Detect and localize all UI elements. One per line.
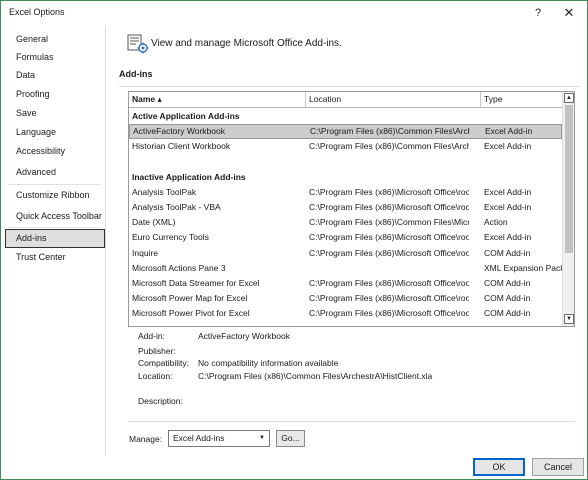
- sidebar-item-language[interactable]: Language: [5, 123, 105, 142]
- compatibility-value: No compatibility information available: [198, 358, 339, 368]
- close-icon[interactable]: ✕: [557, 4, 581, 22]
- row-location: C:\Program Files (x86)\Common Files\Arch: [309, 141, 469, 151]
- table-body: Active Application Add-ins ActiveFactory…: [129, 109, 562, 326]
- row-type: Excel Add-in: [484, 187, 532, 197]
- section-title: Add-ins: [119, 69, 153, 79]
- description-label: Description:: [138, 396, 183, 406]
- ok-button[interactable]: OK: [473, 458, 525, 476]
- sidebar-item-general[interactable]: General: [5, 30, 105, 49]
- row-type: COM Add-in: [484, 293, 531, 303]
- options-sidebar: General Formulas Data Proofing Save Lang…: [5, 26, 106, 456]
- column-header-location[interactable]: Location: [306, 92, 481, 107]
- row-name: Euro Currency Tools: [132, 232, 209, 242]
- sidebar-item-formulas[interactable]: Formulas: [5, 48, 105, 67]
- row-type: Excel Add-in: [485, 126, 533, 136]
- table-row[interactable]: Historian Client Workbook C:\Program Fil…: [129, 139, 562, 154]
- row-location: C:\Program Files (x86)\Microsoft Office\…: [309, 308, 469, 318]
- row-type: Excel Add-in: [484, 232, 532, 242]
- row-type: COM Add-in: [484, 308, 531, 318]
- table-scrollbar[interactable]: ▲ ▼: [562, 92, 574, 326]
- table-row[interactable]: Microsoft Actions Pane 3 XML Expansion P…: [129, 261, 562, 276]
- table-row[interactable]: ActiveFactory Workbook C:\Program Files …: [129, 124, 562, 139]
- addins-table: Name ▴ Location Type Active Application …: [128, 91, 575, 327]
- sidebar-item-advanced[interactable]: Advanced: [5, 163, 105, 182]
- sidebar-item-data[interactable]: Data: [5, 66, 105, 85]
- row-type: Excel Add-in: [484, 141, 532, 151]
- manage-dropdown[interactable]: Excel Add-ins ▼: [168, 430, 270, 447]
- column-header-type[interactable]: Type: [481, 92, 562, 107]
- cancel-button[interactable]: Cancel: [532, 458, 584, 476]
- window-title: Excel Options: [9, 7, 65, 17]
- section-divider: [119, 86, 581, 87]
- help-button[interactable]: ?: [526, 4, 550, 22]
- publisher-label: Publisher:: [138, 346, 176, 356]
- row-type: COM Add-in: [484, 278, 531, 288]
- row-name: ActiveFactory Workbook: [133, 126, 225, 136]
- row-name: Historian Client Workbook: [132, 141, 231, 151]
- row-location: C:\Program Files (x86)\Microsoft Office\…: [309, 187, 469, 197]
- table-header: Name ▴ Location Type: [129, 92, 562, 108]
- title-bar: Excel Options ? ✕: [1, 1, 587, 25]
- row-location: C:\Program Files (x86)\Common Files\Arch: [310, 126, 470, 136]
- row-type: COM Add-in: [484, 248, 531, 258]
- location-value: C:\Program Files (x86)\Common Files\Arch…: [198, 371, 433, 381]
- table-row[interactable]: Microsoft Power Map for Excel C:\Program…: [129, 291, 562, 306]
- row-name: Date (XML): [132, 217, 176, 227]
- row-location: C:\Program Files (x86)\Microsoft Office\…: [309, 232, 469, 242]
- go-button[interactable]: Go...: [276, 430, 305, 447]
- manage-label: Manage:: [129, 434, 163, 444]
- manage-divider: [128, 421, 575, 422]
- sidebar-item-proofing[interactable]: Proofing: [5, 85, 105, 104]
- sidebar-item-accessibility[interactable]: Accessibility: [5, 142, 105, 161]
- row-name: Analysis ToolPak: [132, 187, 197, 197]
- row-type: XML Expansion Pack: [484, 263, 562, 273]
- manage-dropdown-value: Excel Add-ins: [173, 433, 225, 443]
- table-row[interactable]: Analysis ToolPak C:\Program Files (x86)\…: [129, 185, 562, 200]
- row-location: C:\Program Files (x86)\Microsoft Office\…: [309, 293, 469, 303]
- sidebar-item-customize-ribbon[interactable]: Customize Ribbon: [5, 186, 105, 205]
- addins-panel: View and manage Microsoft Office Add-ins…: [107, 26, 585, 476]
- sidebar-item-add-ins[interactable]: Add-ins: [5, 229, 105, 248]
- row-type: Action: [484, 217, 508, 227]
- row-name: Analysis ToolPak - VBA: [132, 202, 221, 212]
- scroll-down-icon[interactable]: ▼: [564, 314, 574, 324]
- row-name: Microsoft Power Pivot for Excel: [132, 308, 250, 318]
- row-location: C:\Program Files (x86)\Common Files\Micr: [309, 217, 469, 227]
- row-name: Microsoft Data Streamer for Excel: [132, 278, 260, 288]
- table-row[interactable]: Microsoft Data Streamer for Excel C:\Pro…: [129, 276, 562, 291]
- sidebar-item-save[interactable]: Save: [5, 104, 105, 123]
- table-row[interactable]: Euro Currency Tools C:\Program Files (x8…: [129, 230, 562, 245]
- row-name: Inactive Application Add-ins: [132, 172, 246, 182]
- table-row[interactable]: Analysis ToolPak - VBA C:\Program Files …: [129, 200, 562, 215]
- scrollbar-thumb[interactable]: [565, 105, 573, 253]
- column-header-name[interactable]: Name ▴: [129, 92, 306, 107]
- sidebar-item-trust-center[interactable]: Trust Center: [5, 248, 105, 267]
- excel-options-dialog: Excel Options ? ✕ General Formulas Data …: [0, 0, 588, 480]
- sidebar-divider: [9, 184, 101, 185]
- row-name: Active Application Add-ins: [132, 111, 240, 121]
- table-group-header: Active Application Add-ins: [129, 109, 562, 124]
- scroll-up-icon[interactable]: ▲: [564, 93, 574, 103]
- sidebar-item-quick-access-toolbar[interactable]: Quick Access Toolbar: [5, 207, 105, 226]
- addins-gear-icon: [127, 34, 149, 54]
- row-name: Inquire: [132, 248, 158, 258]
- row-location: C:\Program Files (x86)\Microsoft Office\…: [309, 248, 469, 258]
- table-row[interactable]: Inquire C:\Program Files (x86)\Microsoft…: [129, 246, 562, 261]
- compatibility-label: Compatibility:: [138, 358, 190, 368]
- row-location: C:\Program Files (x86)\Microsoft Office\…: [309, 202, 469, 212]
- row-name: Microsoft Power Map for Excel: [132, 293, 248, 303]
- sidebar-divider: [9, 227, 101, 228]
- row-name: Microsoft Actions Pane 3: [132, 263, 226, 273]
- addin-label: Add-in:: [138, 331, 165, 341]
- chevron-down-icon: ▼: [259, 435, 265, 441]
- page-heading: View and manage Microsoft Office Add-ins…: [151, 38, 342, 49]
- table-row[interactable]: Date (XML) C:\Program Files (x86)\Common…: [129, 215, 562, 230]
- location-label: Location:: [138, 371, 173, 381]
- table-group-header: Inactive Application Add-ins: [129, 170, 562, 185]
- table-row[interactable]: Microsoft Power Pivot for Excel C:\Progr…: [129, 306, 562, 321]
- row-type: Excel Add-in: [484, 202, 532, 212]
- row-location: C:\Program Files (x86)\Microsoft Office\…: [309, 278, 469, 288]
- addin-value: ActiveFactory Workbook: [198, 331, 290, 341]
